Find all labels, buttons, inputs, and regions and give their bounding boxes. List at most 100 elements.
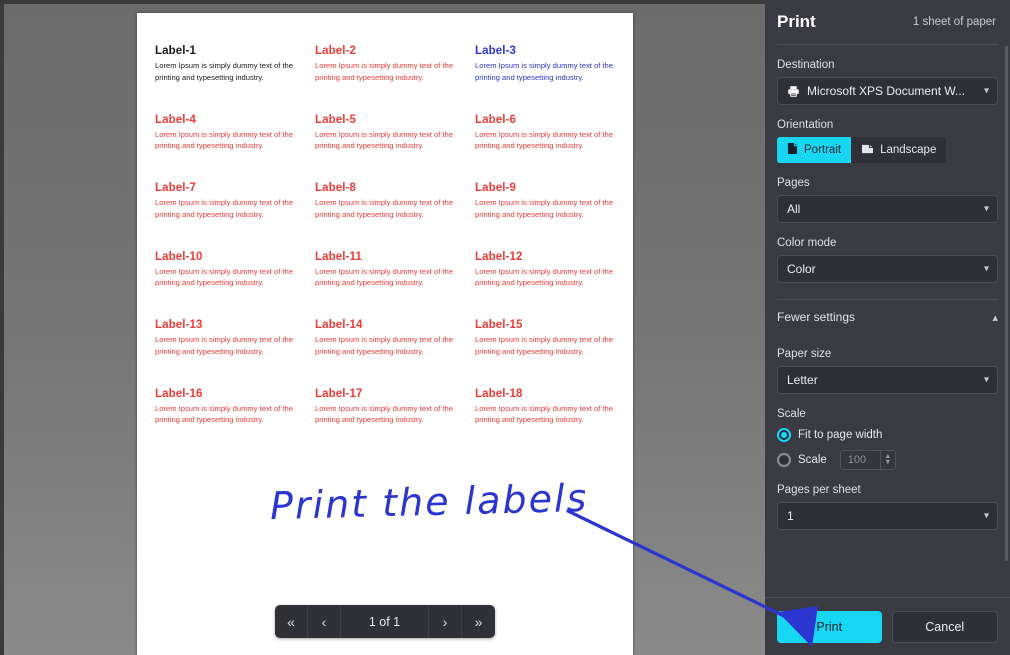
- orientation-landscape-button[interactable]: Landscape: [851, 137, 946, 163]
- print-button[interactable]: Print: [777, 610, 882, 643]
- label-title: Label-15: [475, 319, 523, 332]
- print-preview-area: Label-1 Lorem Ipsum is simply dummy text …: [0, 0, 765, 655]
- first-page-icon[interactable]: «: [275, 605, 308, 638]
- label-body: Lorem Ipsum is simply dummy text of the …: [475, 129, 613, 151]
- label-cell: Label-15 Lorem Ipsum is simply dummy text…: [475, 319, 623, 358]
- label-cell: Label-4 Lorem Ipsum is simply dummy text …: [155, 114, 303, 153]
- label-body: Lorem Ipsum is simply dummy text of the …: [155, 61, 293, 82]
- chevron-down-icon: ▾: [983, 374, 989, 386]
- sheet-count-label: 1 sheet of paper: [912, 16, 996, 28]
- label-body: Lorem Ipsum is simply dummy text of the …: [315, 198, 453, 219]
- pages-per-sheet-select[interactable]: 1 ▾: [777, 502, 998, 530]
- destination-label: Destination: [777, 59, 835, 71]
- pages-value: All: [787, 202, 801, 216]
- panel-footer: Print Cancel: [765, 597, 1010, 655]
- label-body: Lorem Ipsum is simply dummy text of the …: [155, 198, 293, 219]
- next-page-icon[interactable]: ›: [429, 605, 462, 638]
- scale-value: 100: [847, 454, 867, 466]
- orientation-toggle-group[interactable]: Portrait Landscape: [777, 137, 946, 163]
- label-cell: Label-2 Lorem Ipsum is simply dummy text …: [315, 45, 463, 84]
- label-cell: Label-16 Lorem Ipsum is simply dummy text…: [155, 388, 303, 427]
- scale-label: Scale: [777, 408, 806, 420]
- label-cell: Label-17 Lorem Ipsum is simply dummy text…: [315, 388, 463, 427]
- paper-size-value: Letter: [787, 373, 818, 387]
- stepper-arrows-icon[interactable]: ▲ ▼: [879, 450, 895, 470]
- orientation-landscape-label: Landscape: [880, 144, 937, 156]
- label-body: Lorem Ipsum is simply dummy text of the …: [475, 61, 613, 82]
- label-cell: Label-6 Lorem Ipsum is simply dummy text …: [475, 114, 623, 153]
- scale-fit-option[interactable]: Fit to page width: [777, 428, 998, 442]
- label-body: Lorem Ipsum is simply dummy text of the …: [475, 403, 613, 425]
- label-title: Label-9: [475, 182, 516, 195]
- chevron-down-icon: ▾: [983, 263, 989, 275]
- chevron-up-icon: ▴: [992, 311, 998, 324]
- radio-custom-scale[interactable]: [777, 453, 791, 467]
- color-mode-label: Color mode: [777, 237, 837, 249]
- printer-icon: [787, 85, 800, 98]
- label-title: Label-12: [475, 250, 523, 263]
- chevron-down-icon: ▾: [983, 203, 989, 215]
- pages-select[interactable]: All ▾: [777, 195, 998, 223]
- label-body: Lorem Ipsum is simply dummy text of the …: [315, 129, 453, 151]
- label-body: Lorem Ipsum is simply dummy text of the …: [155, 403, 293, 425]
- panel-scrollbar[interactable]: [1005, 46, 1008, 561]
- color-mode-select[interactable]: Color ▾: [777, 255, 998, 283]
- header-divider: [777, 44, 998, 45]
- destination-select[interactable]: Microsoft XPS Document W... ▾: [777, 77, 998, 105]
- label-title: Label-6: [475, 113, 516, 126]
- label-title: Label-11: [315, 250, 362, 263]
- portrait-page-icon: [787, 142, 798, 158]
- label-cell: Label-1 Lorem Ipsum is simply dummy text …: [155, 45, 303, 84]
- orientation-portrait-label: Portrait: [804, 144, 842, 156]
- label-cell: Label-11 Lorem Ipsum is simply dummy text…: [315, 251, 463, 290]
- label-body: Lorem Ipsum is simply dummy text of the …: [155, 335, 293, 356]
- labels-grid: Label-1 Lorem Ipsum is simply dummy text …: [155, 45, 617, 426]
- cancel-button[interactable]: Cancel: [891, 610, 998, 643]
- fewer-settings-label: Fewer settings: [777, 310, 856, 324]
- label-cell: Label-9 Lorem Ipsum is simply dummy text …: [475, 182, 623, 221]
- label-body: Lorem Ipsum is simply dummy text of the …: [475, 198, 613, 219]
- label-body: Lorem Ipsum is simply dummy text of the …: [315, 403, 453, 425]
- label-title: Label-7: [155, 182, 196, 195]
- label-title: Label-14: [315, 319, 363, 332]
- label-body: Lorem Ipsum is simply dummy text of the …: [315, 61, 453, 82]
- label-cell: Label-18 Lorem Ipsum is simply dummy text…: [475, 388, 623, 427]
- panel-header: Print 1 sheet of paper: [765, 0, 1010, 44]
- label-title: Label-17: [315, 387, 363, 400]
- landscape-page-icon: [861, 143, 874, 157]
- label-title: Label-13: [155, 319, 203, 332]
- label-title: Label-4: [155, 113, 196, 126]
- label-title: Label-2: [315, 45, 356, 57]
- color-mode-value: Color: [787, 262, 816, 276]
- fewer-settings-toggle[interactable]: Fewer settings ▴: [777, 300, 998, 334]
- label-body: Lorem Ipsum is simply dummy text of the …: [475, 266, 613, 288]
- label-cell: Label-7 Lorem Ipsum is simply dummy text …: [155, 182, 303, 221]
- label-cell: Label-13 Lorem Ipsum is simply dummy text…: [155, 319, 303, 358]
- print-preview-window: Label-1 Lorem Ipsum is simply dummy text …: [0, 0, 1010, 655]
- paper-size-select[interactable]: Letter ▾: [777, 366, 998, 394]
- label-body: Lorem Ipsum is simply dummy text of the …: [155, 129, 293, 151]
- label-cell: Label-12 Lorem Ipsum is simply dummy text…: [475, 251, 623, 290]
- page-status-label: 1 of 1: [341, 605, 429, 638]
- document-page: Label-1 Lorem Ipsum is simply dummy text …: [137, 13, 633, 655]
- orientation-portrait-button[interactable]: Portrait: [777, 137, 852, 163]
- pagination-toolbar[interactable]: « ‹ 1 of 1 › »: [275, 605, 495, 638]
- last-page-icon[interactable]: »: [462, 605, 495, 638]
- label-body: Lorem Ipsum is simply dummy text of the …: [475, 335, 613, 356]
- pages-per-sheet-label: Pages per sheet: [777, 484, 861, 496]
- scale-value-stepper[interactable]: 100 ▲ ▼: [839, 450, 896, 470]
- label-title: Label-8: [315, 182, 356, 195]
- label-cell: Label-14 Lorem Ipsum is simply dummy text…: [315, 319, 463, 358]
- orientation-label: Orientation: [777, 119, 834, 131]
- paper-size-label: Paper size: [777, 348, 832, 360]
- label-body: Lorem Ipsum is simply dummy text of the …: [315, 335, 453, 356]
- prev-page-icon[interactable]: ‹: [308, 605, 341, 638]
- scale-custom-option[interactable]: Scale 100 ▲ ▼: [777, 450, 998, 470]
- label-title: Label-16: [155, 387, 203, 400]
- label-cell: Label-8 Lorem Ipsum is simply dummy text …: [315, 182, 463, 221]
- label-title: Label-5: [315, 113, 356, 126]
- annotation-text: Print the labels: [269, 475, 589, 529]
- page-title: Print: [777, 12, 816, 31]
- destination-value: Microsoft XPS Document W...: [807, 84, 966, 98]
- radio-fit-to-width[interactable]: [777, 428, 791, 442]
